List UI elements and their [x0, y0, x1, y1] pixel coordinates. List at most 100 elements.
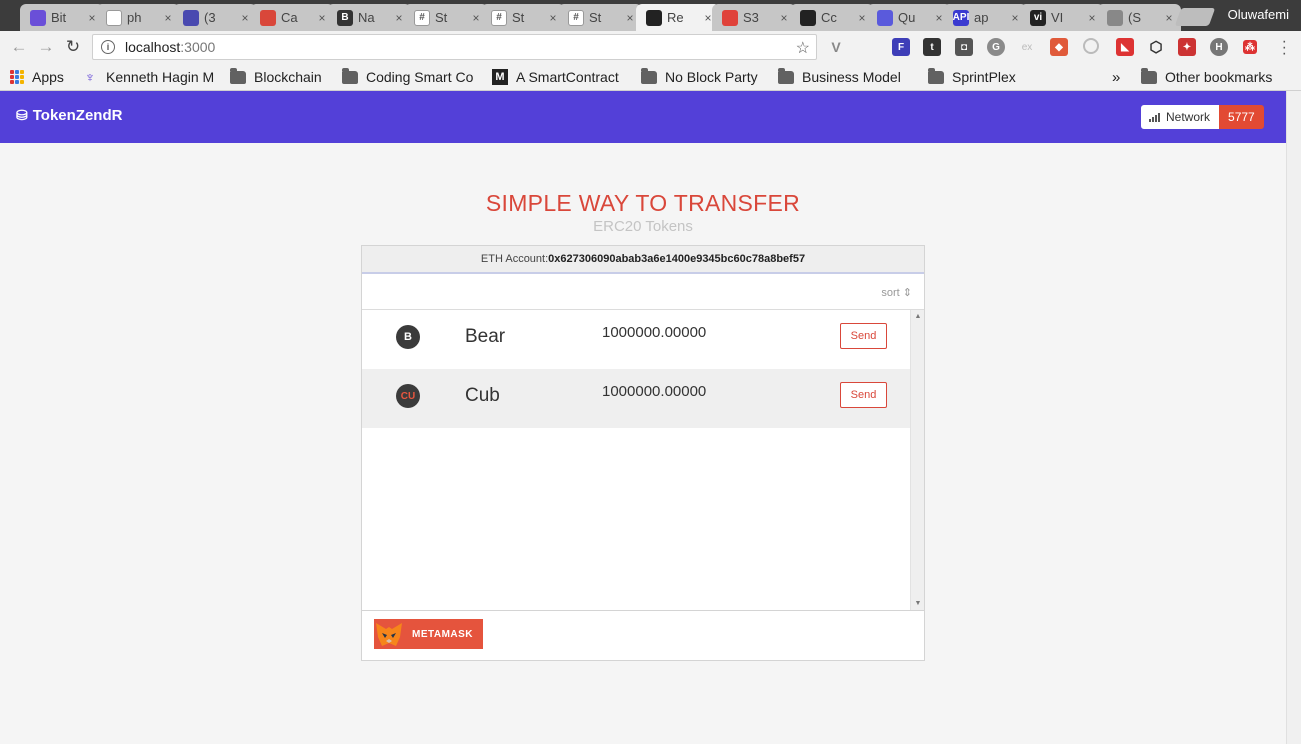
page-title: SIMPLE WAY TO TRANSFER [485, 190, 801, 216]
scroll-up-arrow-icon[interactable]: ▲ [911, 313, 925, 320]
eth-account-address: 0x627306090abab3a6e1400e9345bc60c78a8bef… [548, 253, 806, 265]
send-button[interactable]: Send [840, 323, 887, 349]
tab-title: Ca [281, 10, 298, 25]
sort-bar: sort ⇕ [362, 274, 924, 310]
url-port: :3000 [180, 39, 216, 55]
eth-account-bar: ETH Account: 0x627306090abab3a6e1400e9345… [362, 246, 924, 274]
browser-tab[interactable]: Cc × [790, 4, 874, 31]
medium-icon: M [492, 69, 508, 85]
brand[interactable]: ⛁ TokenZendR [16, 107, 122, 124]
tab-favicon-icon: # [491, 9, 507, 26]
browser-tab[interactable]: S3 × [712, 4, 796, 31]
extension-shield-icon[interactable]: ◘ [955, 38, 973, 56]
token-name: Cub [465, 385, 500, 406]
metamask-label: METAMASK [412, 628, 474, 640]
tab-title: ph [127, 10, 142, 25]
token-row: CU Cub 1000000.00000 Send [362, 369, 910, 428]
bookmark-item[interactable]: Coding Smart Co [342, 67, 473, 87]
tab-title: VI [1051, 10, 1064, 25]
extension-bird-icon[interactable]: ◆ [1050, 38, 1068, 56]
token-balance: 1000000.00000 [602, 383, 707, 400]
panel-footer: METAMASK [362, 610, 924, 660]
eth-account-label: ETH Account: [480, 253, 549, 265]
token-balance: 1000000.00000 [602, 324, 707, 341]
browser-tab[interactable]: B Na × [327, 4, 411, 31]
tab-title: ap [974, 10, 989, 25]
browser-tab[interactable]: Re × [636, 4, 720, 31]
browser-tab[interactable]: # St × [404, 4, 488, 31]
extension-fi-icon[interactable]: F [892, 38, 910, 56]
grammarly-extension-icon[interactable]: G [987, 38, 1005, 56]
tab-title: Re [667, 10, 684, 25]
back-arrow-icon[interactable]: ← [9, 37, 29, 57]
reload-icon[interactable]: ↻ [63, 37, 83, 57]
extension-red-icon[interactable]: ✦ [1178, 38, 1196, 56]
send-button[interactable]: Send [840, 382, 887, 408]
folder-icon [928, 67, 944, 84]
bookmark-label: A SmartContract [516, 69, 619, 85]
tab-title: (S [1128, 10, 1141, 25]
token-row: B Bear 1000000.00000 Send [362, 310, 910, 369]
page-scrollbar[interactable] [1286, 91, 1301, 744]
bookmark-label: Blockchain [254, 69, 322, 85]
scroll-down-arrow-icon[interactable]: ▼ [911, 600, 925, 607]
extension-notify-icon[interactable]: ⁂ [1243, 40, 1257, 54]
tab-favicon-icon [30, 9, 46, 26]
bookmark-item[interactable]: ♆ Kenneth Hagin M [82, 67, 214, 87]
twitter-extension-icon[interactable]: t [923, 38, 941, 56]
sort-control[interactable]: sort ⇕ [881, 286, 912, 299]
vivaldi-extension-icon[interactable]: V [827, 38, 845, 56]
browser-tab[interactable]: (3 × [173, 4, 257, 31]
tab-title: St [435, 10, 448, 25]
bookmark-label: Coding Smart Co [366, 69, 474, 85]
token-name: Bear [465, 326, 506, 347]
sort-arrows-icon: ⇕ [902, 287, 912, 299]
token-panel: ETH Account: 0x627306090abab3a6e1400e9345… [361, 245, 925, 661]
browser-tab[interactable]: ph × [96, 4, 180, 31]
bookmark-star-icon[interactable]: ☆ [796, 38, 810, 58]
extension-circle-icon[interactable] [1083, 38, 1099, 54]
bookmarks-overflow-button[interactable]: » [1112, 67, 1120, 87]
bookmark-item[interactable]: Blockchain [230, 67, 322, 87]
token-symbol-icon: B [396, 325, 420, 349]
browser-tab[interactable]: Qu × [867, 4, 951, 31]
address-bar[interactable]: i localhost:3000 ☆ [92, 34, 817, 60]
other-bookmarks[interactable]: Other bookmarks [1141, 67, 1272, 87]
other-bookmarks-label: Other bookmarks [1165, 69, 1273, 85]
extension-cube-icon[interactable]: ⬡ [1147, 38, 1165, 56]
forward-arrow-icon[interactable]: → [36, 37, 56, 57]
app-header: ⛁ TokenZendR Network 5777 [0, 91, 1286, 143]
token-list-scrollbar[interactable]: ▲ ▼ [910, 310, 924, 610]
bookmark-item[interactable]: M A SmartContract [492, 67, 619, 87]
metamask-extension-icon[interactable]: ◣ [1116, 38, 1134, 56]
brand-name: TokenZendR [32, 107, 123, 124]
extension-ex-icon[interactable]: ex [1018, 38, 1036, 56]
browser-menu-icon[interactable]: · · · [1282, 34, 1287, 62]
bookmark-item[interactable]: SprintPlex [928, 67, 1016, 87]
profile-name[interactable]: Oluwafemi [1228, 7, 1289, 22]
bookmark-item[interactable]: No Block Party [641, 67, 758, 87]
browser-tab[interactable]: # St × [558, 4, 642, 31]
browser-tab[interactable]: (S × [1097, 4, 1181, 31]
browser-tab[interactable]: # St × [481, 4, 565, 31]
bookmark-item[interactable]: Business Model [778, 67, 901, 87]
tab-favicon-icon [646, 9, 662, 26]
bookmark-item[interactable]: Apps [10, 67, 64, 87]
browser-tab-strip: Bit × ph × (3 × Ca × B Na × # St × # St × # St × Re × S3 × Cc × Qu… [0, 0, 1301, 31]
site-info-icon[interactable]: i [101, 40, 115, 54]
folder-icon [230, 67, 246, 84]
browser-tab[interactable]: vi VI × [1020, 4, 1104, 31]
tab-title: S3 [743, 10, 759, 25]
browser-tab[interactable]: Ca × [250, 4, 334, 31]
extension-h-icon[interactable]: H [1210, 38, 1228, 56]
new-tab-button[interactable] [1174, 8, 1216, 26]
network-label-box: Network [1141, 105, 1220, 129]
browser-tab[interactable]: Bit × [20, 4, 104, 31]
bookmark-label: No Block Party [665, 69, 758, 85]
tab-favicon-icon [106, 9, 122, 26]
tab-favicon-icon [183, 9, 199, 26]
browser-tab[interactable]: API ap × [943, 4, 1027, 31]
token-list: B Bear 1000000.00000 Send CU Cub 1000000… [362, 310, 910, 610]
tab-favicon-icon [1107, 9, 1123, 26]
tab-close-icon[interactable]: × [1161, 11, 1177, 25]
